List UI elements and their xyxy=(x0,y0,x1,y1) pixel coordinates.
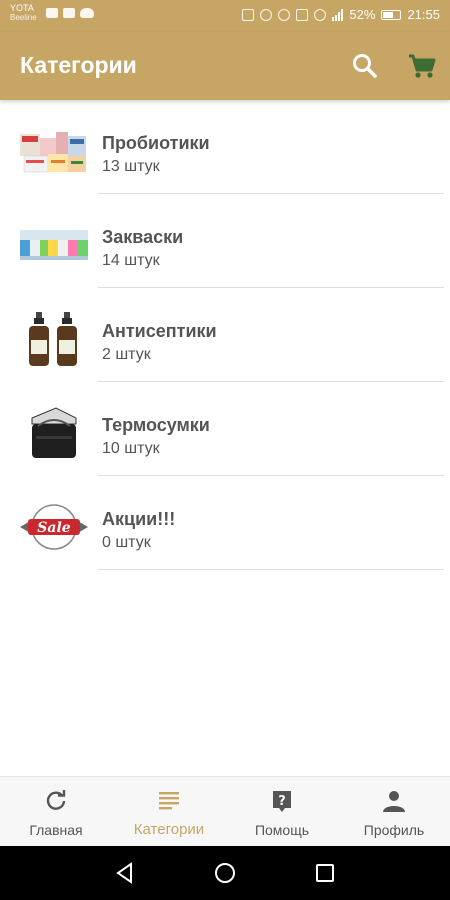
system-back-button[interactable] xyxy=(113,861,137,885)
nav-home[interactable]: Главная xyxy=(0,777,112,847)
category-list: Пробиотики 13 штук Закваски 14 штук Анти… xyxy=(0,100,450,570)
key-icon xyxy=(296,8,309,21)
category-item-probiotics[interactable]: Пробиотики 13 штук xyxy=(0,100,450,194)
cloud-icon xyxy=(80,8,94,18)
eye-icon xyxy=(278,8,291,21)
clock: 21:55 xyxy=(407,7,440,22)
alarm-icon xyxy=(260,8,273,21)
svg-text:?: ? xyxy=(278,794,286,809)
nav-label: Категории xyxy=(133,821,205,838)
carrier-label: YOTA Beeline xyxy=(10,3,37,23)
app-toolbar: Категории xyxy=(0,32,450,100)
nav-help[interactable]: ? Помощь xyxy=(226,777,338,847)
category-count: 13 штук xyxy=(102,158,160,175)
home-circle-icon xyxy=(215,863,235,883)
sale-badge-image: Sale xyxy=(18,500,90,554)
category-name: Закваски xyxy=(102,227,184,247)
message-icon xyxy=(63,8,75,18)
youtube-icon xyxy=(46,8,58,18)
system-recents-button[interactable] xyxy=(313,861,337,885)
notification-icons xyxy=(46,8,94,18)
battery-percent: 52% xyxy=(349,7,376,22)
carrier-name: YOTA xyxy=(10,3,34,13)
page-title: Категории xyxy=(20,52,137,78)
category-count: 10 штук xyxy=(102,440,160,457)
divider xyxy=(98,569,444,570)
nav-profile[interactable]: Профиль xyxy=(338,777,450,847)
refresh-icon xyxy=(46,790,66,810)
person-icon xyxy=(383,791,405,812)
cart-button[interactable] xyxy=(405,49,439,83)
nav-label: Профиль xyxy=(363,822,425,838)
status-right: 52% 21:55 xyxy=(242,7,440,22)
category-name: Антисептики xyxy=(102,321,217,341)
svg-text:Sale: Sale xyxy=(37,520,71,536)
system-navigation-bar xyxy=(0,846,450,900)
probiotics-image xyxy=(18,124,90,178)
search-button[interactable] xyxy=(348,49,382,83)
bottom-navigation: Главная Категории ? Помощь Профиль xyxy=(0,776,450,846)
help-icon: ? xyxy=(273,791,291,812)
search-icon xyxy=(353,54,377,78)
nav-label: Помощь xyxy=(254,822,310,838)
category-name: Пробиотики xyxy=(102,133,210,153)
nav-categories[interactable]: Категории xyxy=(113,777,225,847)
starter-cultures-image xyxy=(18,218,90,272)
antiseptic-bottles-image xyxy=(18,312,90,366)
category-count: 0 штук xyxy=(102,534,151,551)
nav-label: Главная xyxy=(29,822,83,838)
system-home-button[interactable] xyxy=(213,861,237,885)
nfc-icon xyxy=(242,8,255,21)
category-name: Акции!!! xyxy=(102,509,176,529)
back-triangle-icon xyxy=(116,862,132,884)
category-name: Термосумки xyxy=(102,415,210,435)
category-item-starters[interactable]: Закваски 14 штук xyxy=(0,194,450,288)
carrier-sub: Beeline xyxy=(10,13,37,22)
category-item-promotions[interactable]: Sale Акции!!! 0 штук xyxy=(0,476,450,570)
category-count: 2 штук xyxy=(102,346,151,363)
wifi-icon xyxy=(314,8,327,21)
thermo-bag-image xyxy=(18,406,90,460)
battery-icon xyxy=(381,9,402,20)
cart-icon xyxy=(409,54,436,78)
status-bar: YOTA Beeline 52% 21:55 xyxy=(0,0,450,32)
signal-icon xyxy=(332,8,344,21)
list-icon xyxy=(159,792,179,810)
recents-square-icon xyxy=(316,864,334,882)
category-count: 14 штук xyxy=(102,252,160,269)
category-item-antiseptics[interactable]: Антисептики 2 штук xyxy=(0,288,450,382)
category-item-thermo-bags[interactable]: Термосумки 10 штук xyxy=(0,382,450,476)
